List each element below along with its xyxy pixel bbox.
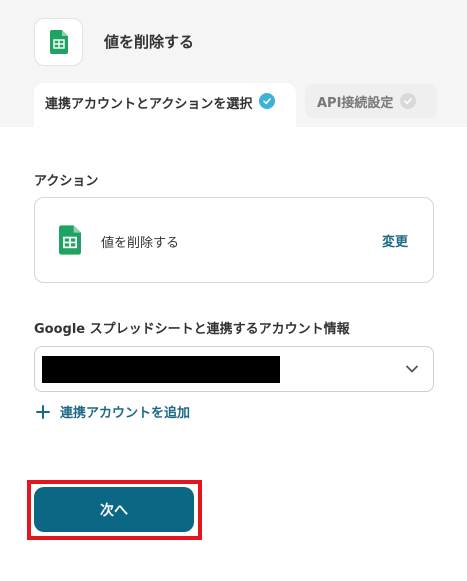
action-name: 値を削除する	[101, 236, 180, 251]
plus-icon	[36, 404, 50, 419]
tab-label: API接続設定	[317, 95, 394, 111]
account-select[interactable]	[34, 346, 434, 392]
account-section-label: Google スプレッドシートと連携するアカウント情報	[34, 322, 350, 337]
action-card: 値を削除する 変更	[34, 197, 434, 283]
check-circle-icon	[259, 93, 276, 109]
add-account-link[interactable]: 連携アカウントを追加	[36, 402, 190, 421]
page-title: 値を削除する	[104, 33, 195, 51]
action-section-label: アクション	[34, 174, 99, 189]
google-sheets-icon	[59, 225, 81, 255]
redacted-account-value	[42, 356, 280, 383]
app-icon-container	[34, 18, 83, 66]
add-account-label: 連携アカウントを追加	[60, 406, 191, 421]
google-sheets-icon	[49, 30, 68, 54]
next-button[interactable]: 次へ	[34, 487, 194, 532]
tab-api-settings[interactable]: API接続設定	[305, 84, 437, 118]
chevron-down-icon	[406, 365, 418, 373]
tab-account-action[interactable]: 連携アカウントとアクションを選択	[34, 83, 296, 127]
change-action-link[interactable]: 変更	[382, 231, 408, 250]
tab-label: 連携アカウントとアクションを選択	[45, 97, 253, 112]
check-circle-icon	[400, 93, 417, 109]
